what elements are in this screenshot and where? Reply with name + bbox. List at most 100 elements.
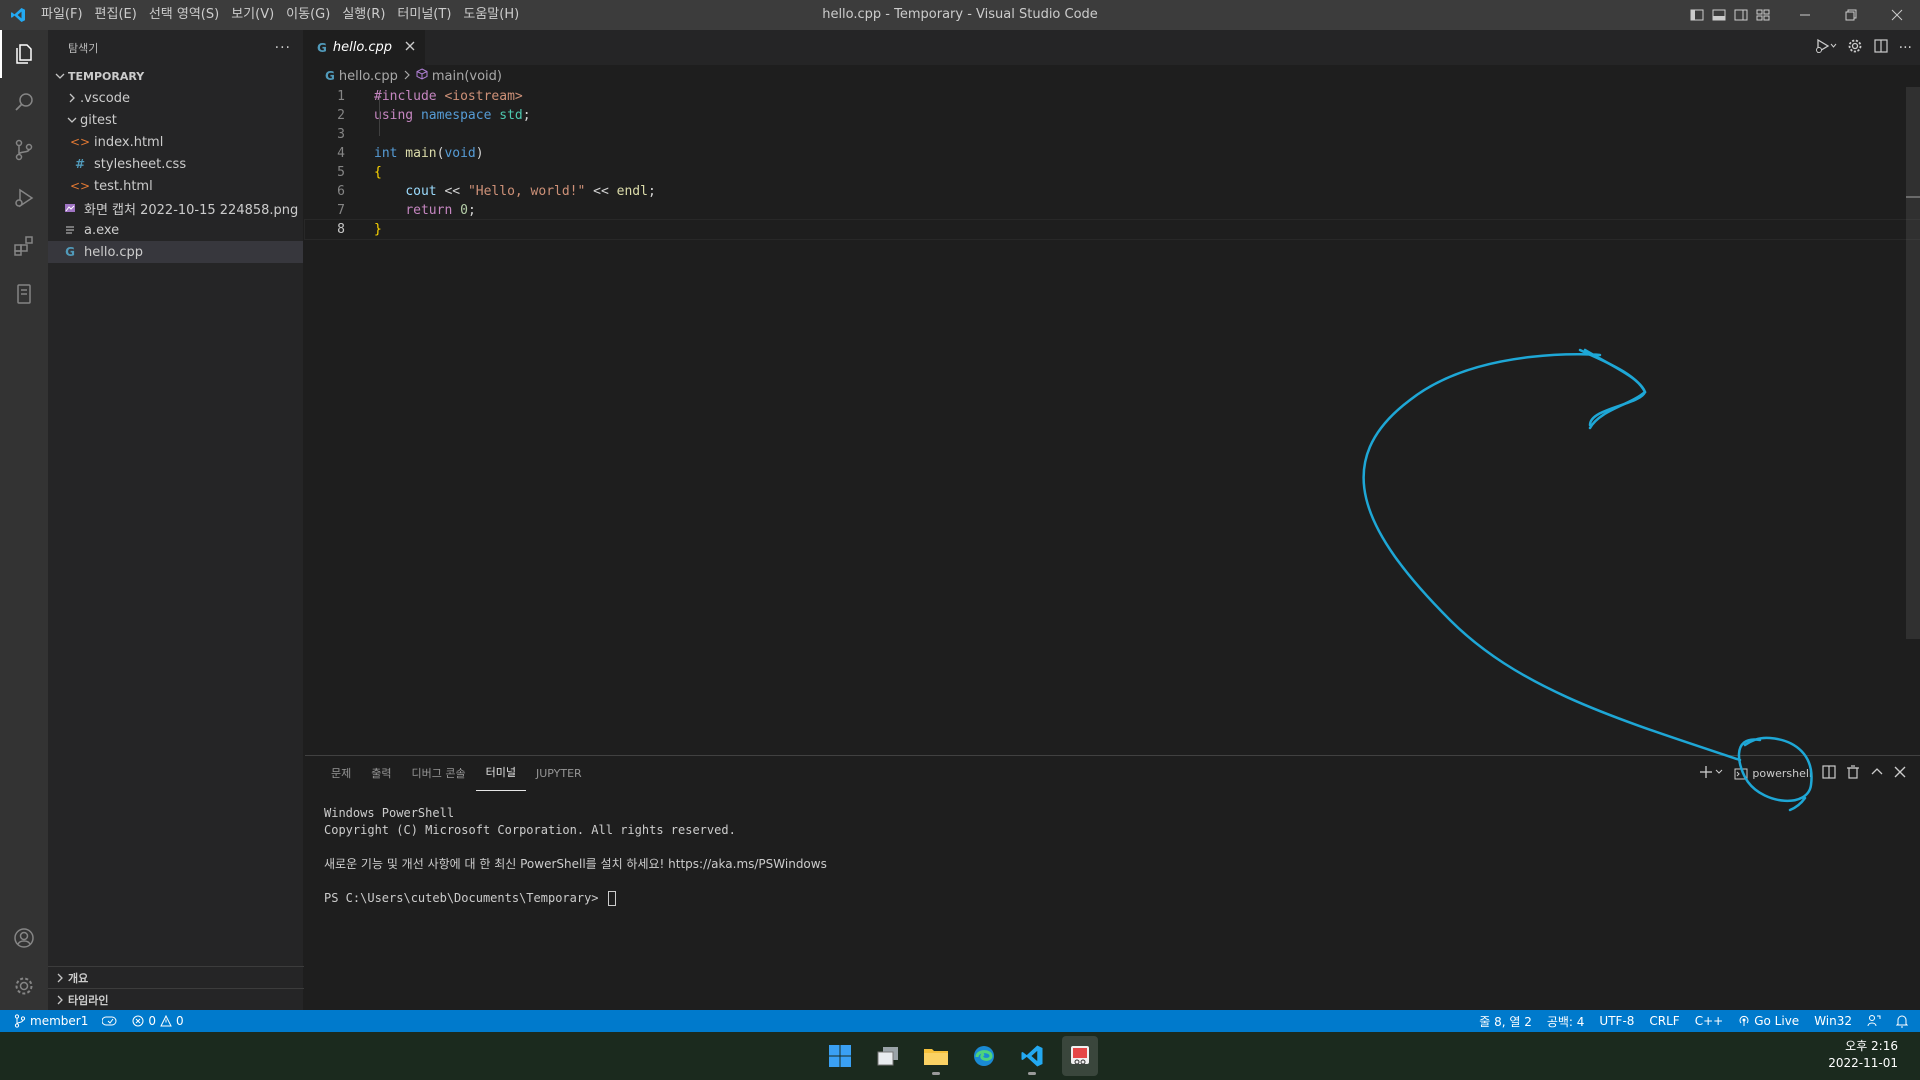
terminal-shell-selector[interactable]: powershell: [1734, 767, 1812, 781]
tab-output[interactable]: 출력: [361, 756, 401, 791]
section-timeline[interactable]: 타임라인: [48, 988, 304, 1010]
menu-selection[interactable]: 선택 영역(S): [143, 0, 225, 30]
customize-layout-icon[interactable]: [1752, 0, 1774, 30]
search-icon[interactable]: [0, 78, 48, 126]
new-terminal-icon[interactable]: [1700, 765, 1724, 783]
system-clock[interactable]: 오후 2:16 2022-11-01: [1828, 1038, 1898, 1072]
run-code-icon[interactable]: [1815, 38, 1837, 58]
error-count: 0: [148, 1014, 156, 1028]
status-platform[interactable]: Win32: [1814, 1014, 1852, 1028]
warning-icon: [160, 1015, 172, 1027]
taskbar-icons: [822, 1036, 1098, 1076]
section-outline[interactable]: 개요: [48, 966, 304, 988]
code-token: cout: [405, 184, 437, 199]
more-actions-icon[interactable]: ···: [275, 40, 291, 56]
menu-file[interactable]: 파일(F): [35, 0, 89, 30]
code-editor[interactable]: 1 #include <iostream> 2 using namespace …: [304, 87, 1920, 240]
close-panel-icon[interactable]: [1894, 766, 1906, 782]
terminal-prompt: PS C:\Users\cuteb\Documents\Temporary>: [324, 891, 606, 905]
code-token: "Hello, world!": [467, 184, 586, 199]
cpp-icon: G: [317, 40, 327, 55]
status-eol[interactable]: CRLF: [1649, 1014, 1679, 1028]
tree-item-a-exe[interactable]: a.exe: [48, 219, 303, 241]
accounts-icon[interactable]: [0, 914, 48, 962]
tab-label: hello.cpp: [332, 40, 393, 55]
menu-go[interactable]: 이동(G): [280, 0, 336, 30]
breadcrumb-symbol[interactable]: main(void): [432, 69, 502, 84]
code-token: namespace: [413, 108, 492, 123]
tab-problems[interactable]: 문제: [321, 756, 361, 791]
line-content: using namespace std;: [345, 106, 531, 125]
restore-icon[interactable]: [1828, 0, 1874, 30]
start-windows-icon[interactable]: [822, 1036, 858, 1076]
vscode-taskbar-icon[interactable]: [1014, 1036, 1050, 1076]
feedback-icon[interactable]: [1867, 1014, 1881, 1028]
task-view-icon[interactable]: [870, 1036, 906, 1076]
file-explorer-icon[interactable]: [918, 1036, 954, 1076]
tab-debug-console[interactable]: 디버그 콘솔: [402, 756, 476, 791]
menu-run[interactable]: 실행(R): [336, 0, 391, 30]
split-editor-icon[interactable]: [1873, 38, 1889, 58]
tree-item-test-html[interactable]: <> test.html: [48, 175, 303, 197]
html-icon: <>: [69, 135, 91, 149]
source-control-icon[interactable]: [0, 126, 48, 174]
menu-help[interactable]: 도움말(H): [457, 0, 525, 30]
code-token: std: [491, 108, 523, 123]
manage-gear-icon[interactable]: [0, 962, 48, 1010]
clock-date: 2022-11-01: [1828, 1056, 1898, 1070]
tree-item-stylesheet-css[interactable]: # stylesheet.css: [48, 153, 303, 175]
windows-taskbar: 오후 2:16 2022-11-01: [0, 1032, 1920, 1080]
snipping-tool-icon[interactable]: [1062, 1036, 1098, 1076]
status-indentation[interactable]: 공백: 4: [1547, 1013, 1585, 1030]
folder-header-temporary[interactable]: TEMPORARY: [48, 65, 303, 87]
tree-item-gitest[interactable]: gitest: [48, 109, 303, 131]
tab-jupyter[interactable]: JUPYTER: [526, 756, 592, 791]
status-go-live[interactable]: Go Live: [1738, 1014, 1799, 1028]
status-cursor-position[interactable]: 줄 8, 열 2: [1479, 1013, 1532, 1030]
more-actions-icon[interactable]: ···: [1899, 40, 1912, 56]
explorer-icon[interactable]: [0, 30, 48, 78]
menu-terminal[interactable]: 터미널(T): [391, 0, 457, 30]
run-debug-icon[interactable]: [0, 174, 48, 222]
maximize-panel-icon[interactable]: [1870, 765, 1884, 783]
status-encoding[interactable]: UTF-8: [1599, 1014, 1634, 1028]
terminal-output[interactable]: Windows PowerShell Copyright (C) Microso…: [305, 791, 1920, 907]
line-number: 5: [337, 165, 345, 180]
code-line: 2 using namespace std;: [305, 106, 1920, 125]
settings-gear-icon[interactable]: [1847, 38, 1863, 58]
code-token: ;: [522, 108, 531, 123]
toggle-secondary-sidebar-icon[interactable]: [1730, 0, 1752, 30]
toggle-sidebar-icon[interactable]: [1686, 0, 1708, 30]
toggle-panel-icon[interactable]: [1708, 0, 1730, 30]
edge-browser-icon[interactable]: [966, 1036, 1002, 1076]
remote-explorer-icon[interactable]: [0, 270, 48, 318]
tab-hello-cpp[interactable]: G hello.cpp: [305, 30, 425, 65]
tree-item-hello-cpp[interactable]: G hello.cpp: [48, 241, 303, 263]
chevron-right-icon: [64, 93, 80, 103]
line-content: #include <iostream>: [345, 87, 523, 106]
extensions-icon[interactable]: [0, 222, 48, 270]
status-language[interactable]: C++: [1695, 1014, 1724, 1028]
tree-item-index-html[interactable]: <> index.html: [48, 131, 303, 153]
menu-edit[interactable]: 편집(E): [89, 0, 143, 30]
close-window-icon[interactable]: [1874, 0, 1920, 30]
editor-scrollbar[interactable]: [1906, 87, 1920, 639]
code-token: endl: [616, 184, 648, 199]
tab-terminal[interactable]: 터미널: [475, 756, 526, 791]
sync-icon[interactable]: [102, 1015, 118, 1027]
tree-item-vscode[interactable]: .vscode: [48, 87, 303, 109]
split-terminal-icon[interactable]: [1822, 764, 1836, 783]
tree-item-screenshot-png[interactable]: 화면 캡처 2022-10-15 224858.png: [48, 197, 303, 219]
scrollbar-position-marker: [1906, 196, 1920, 198]
trash-icon[interactable]: [1846, 764, 1860, 783]
breadcrumb-file[interactable]: hello.cpp: [339, 69, 398, 84]
sidebar-title: 탐색기: [68, 41, 99, 55]
menu-view[interactable]: 보기(V): [225, 0, 280, 30]
status-problems[interactable]: 0 0: [132, 1014, 184, 1028]
minimize-icon[interactable]: [1782, 0, 1828, 30]
status-branch[interactable]: member1: [14, 1014, 88, 1028]
code-token: 0: [460, 203, 468, 218]
notifications-bell-icon[interactable]: [1896, 1014, 1908, 1028]
close-icon[interactable]: [405, 40, 415, 55]
